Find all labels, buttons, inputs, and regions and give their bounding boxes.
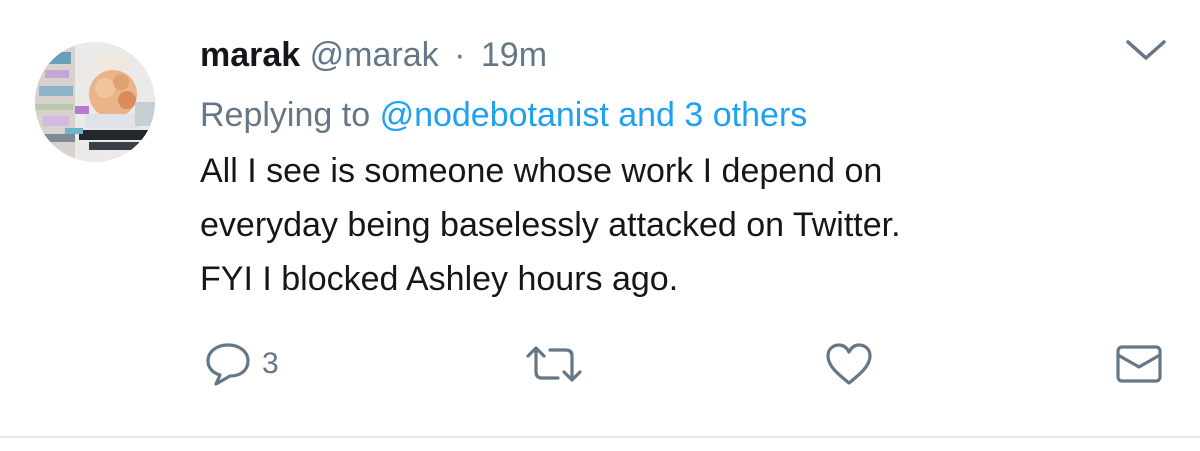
reply-button[interactable]: 3 [204, 338, 279, 390]
replying-label: Replying to [200, 96, 371, 134]
reply-icon [204, 341, 252, 387]
tweet-text: All I see is someone whose work I depend… [200, 144, 1160, 306]
author-handle[interactable]: @marak [310, 36, 439, 74]
timestamp[interactable]: 19m [481, 36, 547, 74]
tweet-text-line: All I see is someone whose work I depend… [200, 152, 883, 190]
separator-dot: · [454, 36, 466, 74]
tweet-text-line: everyday being baselessly attacked on Tw… [200, 206, 901, 244]
retweet-icon [524, 342, 584, 386]
author-name[interactable]: marak [200, 36, 300, 74]
reply-count: 3 [262, 347, 279, 380]
like-button[interactable] [824, 338, 874, 390]
replying-to-link[interactable]: @nodebotanist and 3 others [380, 96, 808, 134]
heart-icon [824, 341, 874, 387]
tweet-header: marak @marak · 19m [200, 33, 547, 77]
tweet[interactable]: marak @marak · 19m Replying to @nodebota… [0, 0, 1200, 436]
chevron-down-icon[interactable] [1124, 36, 1168, 64]
avatar[interactable] [35, 42, 155, 162]
retweet-button[interactable] [524, 338, 584, 390]
tweet-text-line: FYI I blocked Ashley hours ago. [200, 260, 679, 298]
share-button[interactable] [1114, 338, 1164, 390]
divider [0, 436, 1200, 438]
tweet-actions: 3 [0, 338, 1200, 398]
replying-to: Replying to @nodebotanist and 3 others [200, 93, 807, 137]
envelope-icon [1114, 341, 1164, 387]
